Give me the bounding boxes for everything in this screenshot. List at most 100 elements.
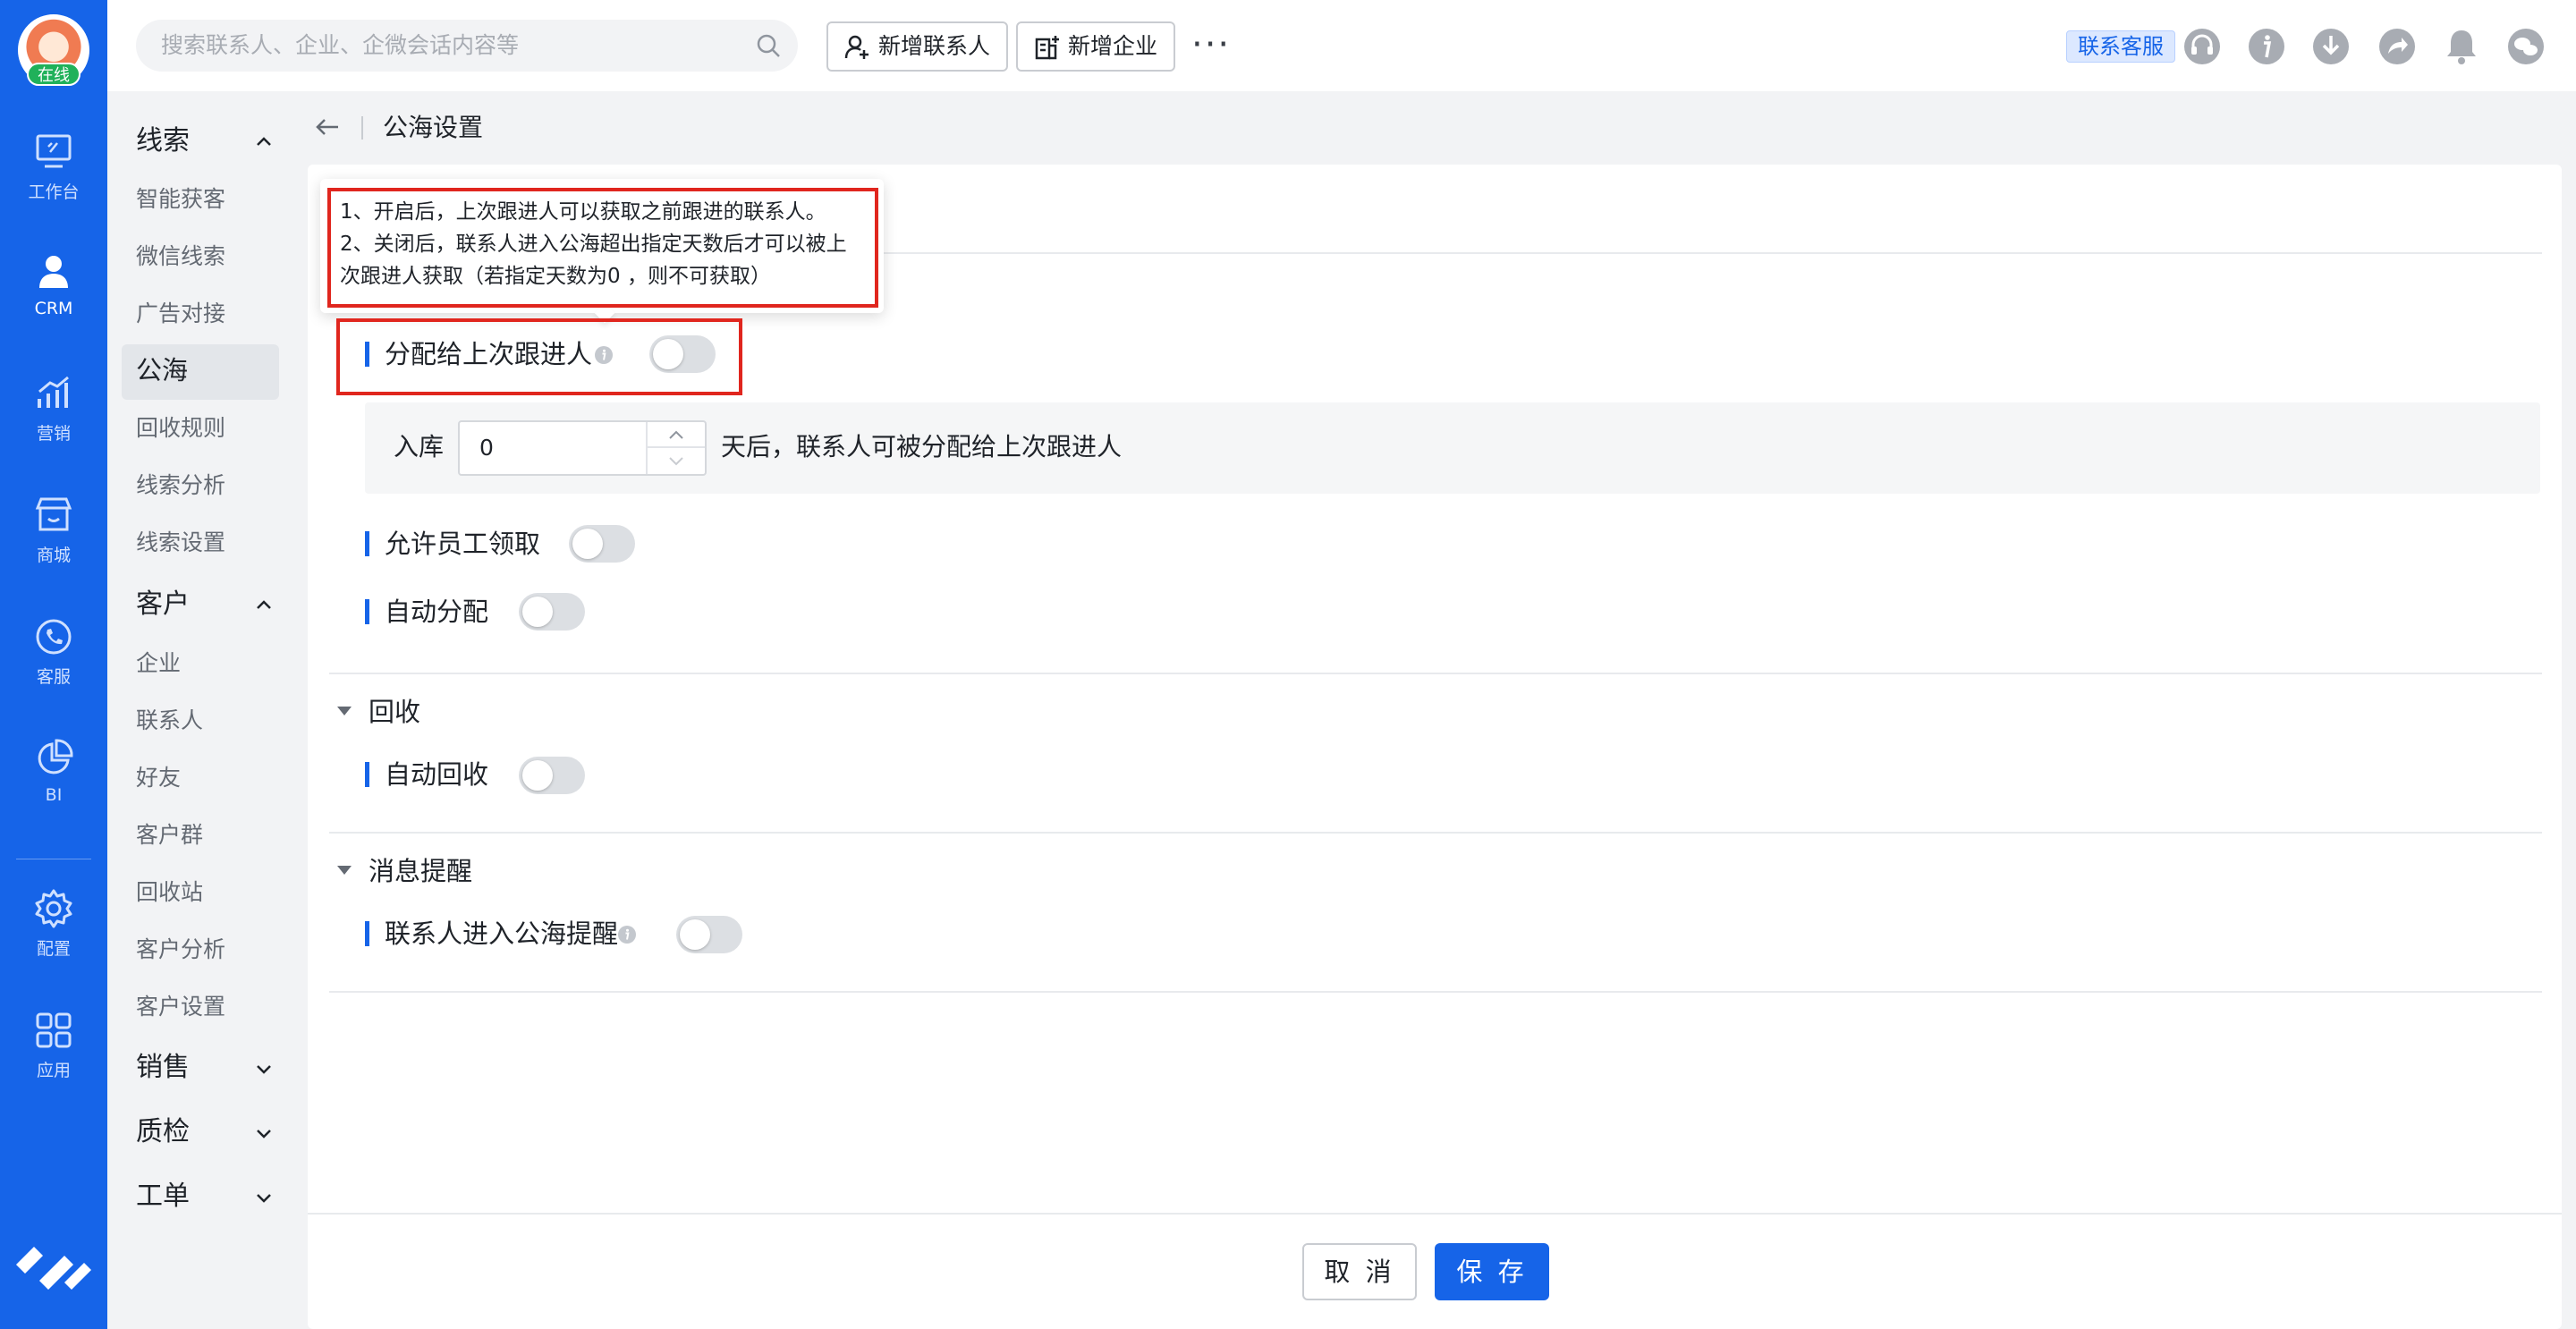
notify-section-title: 消息提醒 <box>369 856 473 886</box>
monitor-icon <box>36 134 72 168</box>
nav-item-customer-analysis[interactable]: 客户分析 <box>136 932 225 968</box>
chevron-down-icon <box>257 1065 271 1074</box>
rail-item-apps[interactable]: 应用 <box>0 1009 107 1081</box>
nav-item-ad-integration[interactable]: 广告对接 <box>136 296 225 332</box>
info-icon[interactable] <box>617 925 637 944</box>
storage-days-value[interactable]: 0 <box>479 422 494 474</box>
rail-item-store[interactable]: 商城 <box>0 494 107 566</box>
rail-label: BI <box>45 785 63 805</box>
wechat-icon[interactable] <box>2506 27 2546 66</box>
chevron-down-icon <box>257 1130 271 1139</box>
add-contact-button[interactable]: 新增联系人 <box>826 21 1009 72</box>
auto-assign-text: 自动分配 <box>385 597 489 627</box>
rail-item-marketing[interactable]: 营销 <box>0 372 107 444</box>
stepper-decrement-button[interactable] <box>648 448 705 474</box>
left-rail: 在线 工作台 CRM 营销 商城 客服 BI 配置 应用 <box>0 0 107 1329</box>
rail-label: 客服 <box>36 667 71 687</box>
headset-icon[interactable] <box>2182 27 2222 66</box>
chevron-down-icon <box>257 1194 271 1203</box>
rail-item-crm[interactable]: CRM <box>0 250 107 318</box>
add-user-icon <box>844 35 869 59</box>
nav-group-customers[interactable]: 客户 <box>136 585 284 624</box>
bell-icon[interactable] <box>2442 27 2481 66</box>
nav-group-tickets[interactable]: 工单 <box>136 1177 284 1216</box>
allow-claim-toggle[interactable] <box>569 525 635 563</box>
nav-item-companies[interactable]: 企业 <box>136 646 181 681</box>
pool-notify-label: 联系人进入公海提醒 <box>365 916 618 952</box>
search-placeholder: 搜索联系人、企业、企微会话内容等 <box>161 32 520 58</box>
allow-claim-label: 允许员工领取 <box>365 526 540 562</box>
nav-group-leads[interactable]: 线索 <box>136 122 284 161</box>
auto-recycle-label: 自动回收 <box>365 757 488 792</box>
rail-label: CRM <box>34 299 73 318</box>
global-search-input[interactable]: 搜索联系人、企业、企微会话内容等 <box>136 20 798 72</box>
auto-assign-toggle[interactable] <box>519 593 585 631</box>
section-divider <box>329 832 2542 834</box>
cancel-button[interactable]: 取 消 <box>1302 1243 1417 1300</box>
auto-recycle-toggle[interactable] <box>519 757 585 794</box>
rail-item-bi[interactable]: BI <box>0 737 107 805</box>
nav-item-contacts[interactable]: 联系人 <box>136 703 203 739</box>
tooltip-line-2: 2、关闭后，联系人进入公海超出指定天数后才可以被上 <box>340 233 847 256</box>
breadcrumb-divider <box>361 116 363 140</box>
online-status-badge: 在线 <box>27 63 80 86</box>
search-icon[interactable] <box>755 32 782 59</box>
add-company-button[interactable]: 新增企业 <box>1016 21 1176 72</box>
info-circle-icon[interactable] <box>2247 27 2286 66</box>
notify-section-header[interactable]: 消息提醒 <box>336 853 472 889</box>
nav-item-recycle-rules[interactable]: 回收规则 <box>136 411 225 446</box>
pool-notify-text: 联系人进入公海提醒 <box>385 918 619 949</box>
storage-suffix-label: 天后，联系人可被分配给上次跟进人 <box>721 432 1123 461</box>
chevron-down-icon <box>669 457 683 466</box>
rail-item-service[interactable]: 客服 <box>0 615 107 688</box>
rail-label: 商城 <box>36 546 71 565</box>
contact-service-button[interactable]: 联系客服 <box>2066 30 2175 63</box>
stepper-arrows <box>646 422 705 474</box>
share-icon[interactable] <box>2377 27 2417 66</box>
rail-item-config[interactable]: 配置 <box>0 887 107 960</box>
annotation-box-tooltip: 1、开启后，上次跟进人可以获取之前跟进的联系人。 2、关闭后，联系人进入公海超出… <box>327 188 878 308</box>
nav-item-friends[interactable]: 好友 <box>136 760 181 796</box>
pie-chart-icon <box>38 739 73 775</box>
nav-item-recycle-bin[interactable]: 回收站 <box>136 875 203 910</box>
recycle-section-title: 回收 <box>369 697 421 727</box>
rail-label: 营销 <box>36 424 71 444</box>
stepper-increment-button[interactable] <box>648 422 705 448</box>
back-arrow-icon[interactable] <box>313 113 342 141</box>
recycle-section-header[interactable]: 回收 <box>336 694 420 730</box>
nav-group-sales[interactable]: 销售 <box>136 1048 284 1088</box>
nav-group-label: 工单 <box>136 1181 190 1212</box>
storage-days-row: 入库 0 天后，联系人可被分配给上次跟进人 <box>365 402 2540 494</box>
nav-item-customer-groups[interactable]: 客户群 <box>136 817 203 853</box>
storage-prefix-label: 入库 <box>394 432 445 461</box>
pool-notify-toggle[interactable] <box>676 916 742 953</box>
nav-group-label: 线索 <box>136 125 190 157</box>
chevron-up-icon <box>257 600 271 609</box>
more-menu-button[interactable]: ··· <box>1191 20 1231 70</box>
add-contact-label: 新增联系人 <box>878 33 991 59</box>
user-icon <box>39 256 68 288</box>
nav-group-quality[interactable]: 质检 <box>136 1113 284 1152</box>
rail-label: 配置 <box>36 939 71 959</box>
nav-item-lead-analysis[interactable]: 线索分析 <box>136 468 225 504</box>
storage-days-stepper[interactable]: 0 <box>458 420 707 476</box>
brand-logo-icon <box>16 1247 91 1290</box>
add-building-icon <box>1035 36 1059 60</box>
rail-label: 工作台 <box>28 182 80 202</box>
avatar[interactable]: 在线 <box>18 14 89 86</box>
nav-item-smart-acquire[interactable]: 智能获客 <box>136 182 225 217</box>
nav-item-public-pool[interactable]: 公海 <box>136 352 188 388</box>
tooltip-line-1: 1、开启后，上次跟进人可以获取之前跟进的联系人。 <box>340 200 826 224</box>
save-button[interactable]: 保 存 <box>1435 1243 1549 1300</box>
page-header: 公海设置 <box>293 91 2576 163</box>
rail-item-workbench[interactable]: 工作台 <box>0 131 107 203</box>
annotation-box-setting <box>336 318 742 395</box>
nav-item-customer-settings[interactable]: 客户设置 <box>136 989 225 1025</box>
allow-claim-text: 允许员工领取 <box>385 529 541 559</box>
top-bar: 搜索联系人、企业、企微会话内容等 新增联系人 新增企业 ··· 联系客服 <box>107 0 2576 91</box>
download-icon[interactable] <box>2311 27 2351 66</box>
nav-group-label: 客户 <box>136 588 190 620</box>
nav-item-lead-settings[interactable]: 线索设置 <box>136 525 225 561</box>
nav-item-wechat-leads[interactable]: 微信线索 <box>136 239 225 275</box>
nav-group-label: 销售 <box>136 1052 190 1083</box>
